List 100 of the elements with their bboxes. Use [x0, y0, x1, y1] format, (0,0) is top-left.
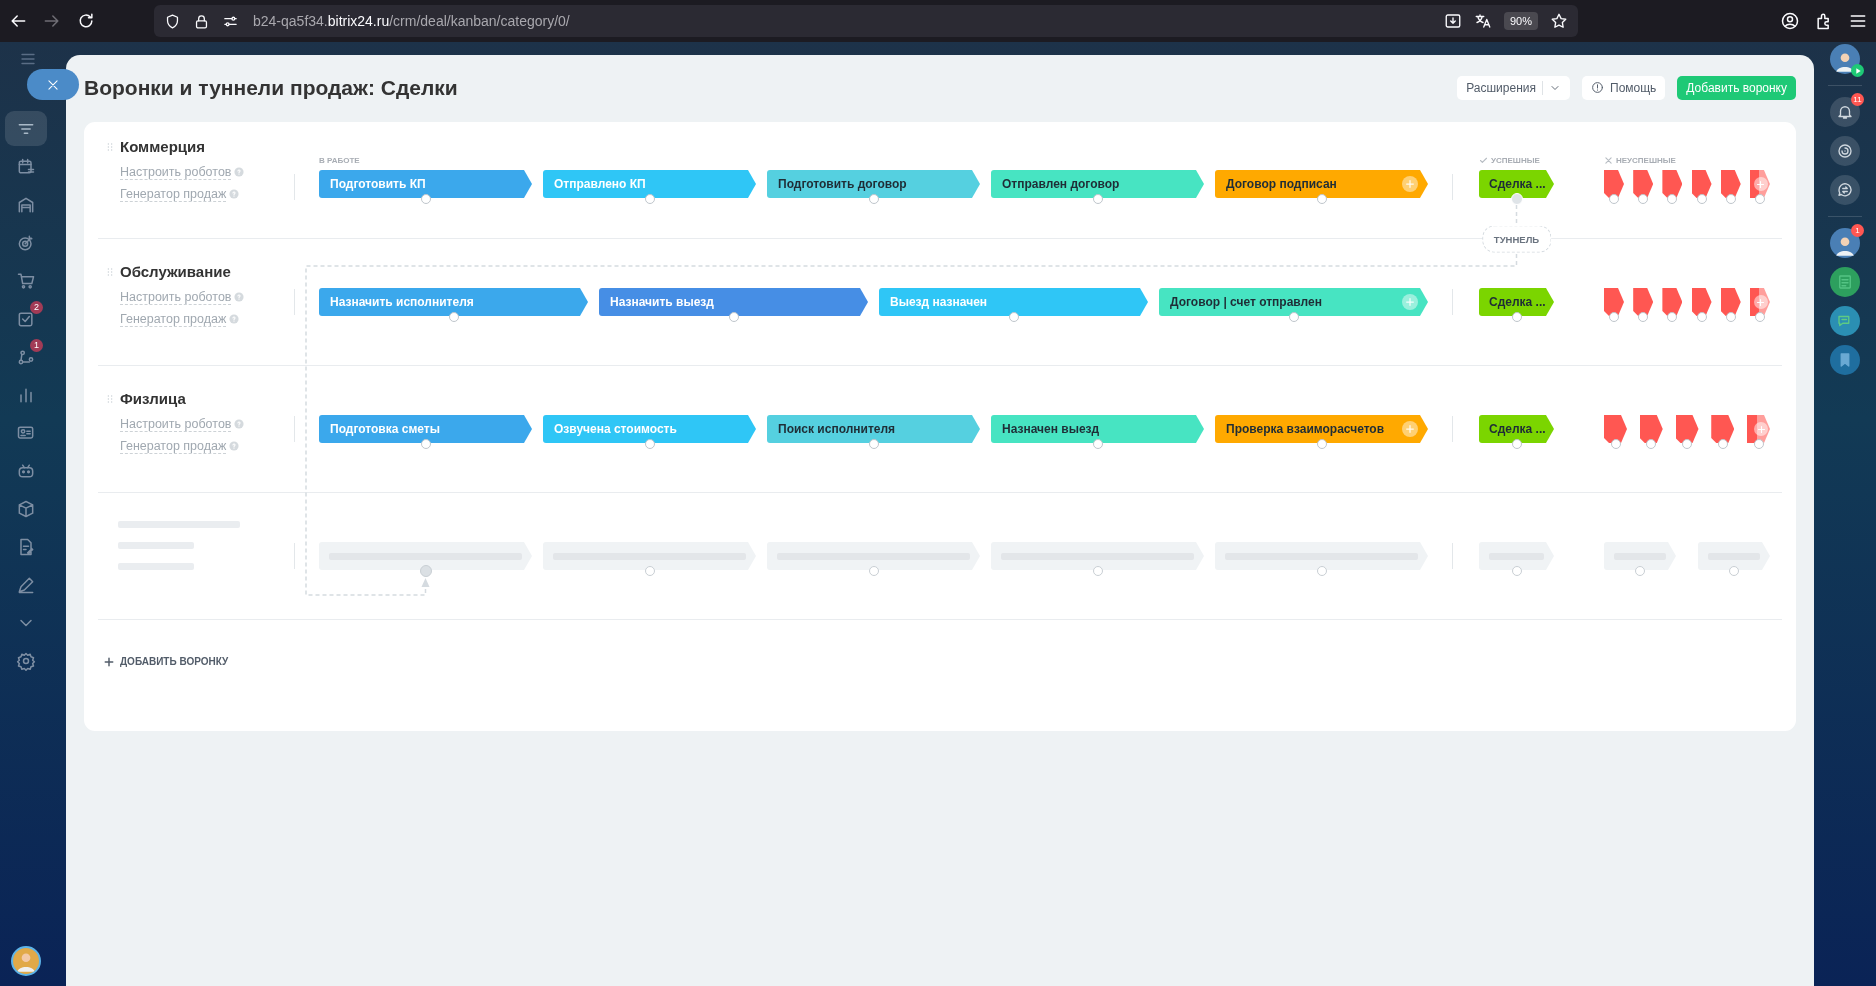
connection-point[interactable]	[1609, 194, 1619, 204]
add-stage-button[interactable]	[1402, 421, 1418, 437]
stage-chip[interactable]: Поиск исполнителя	[767, 415, 980, 443]
download-icon[interactable]	[1443, 12, 1462, 30]
placeholder-stage	[1604, 542, 1676, 570]
success-stage-chip[interactable]: Сделка ...	[1479, 415, 1554, 443]
connection-point[interactable]	[1638, 312, 1649, 322]
failed-stage-chip[interactable]	[1711, 415, 1735, 443]
check-icon	[1479, 155, 1488, 165]
failed-stage-chip[interactable]	[1639, 415, 1663, 443]
connection-point[interactable]	[1667, 312, 1678, 322]
funnel-name: Физлица	[120, 390, 186, 407]
success-stage-chip[interactable]: Сделка ...	[1479, 170, 1554, 198]
connection-point[interactable]	[420, 194, 431, 204]
close-button[interactable]	[27, 69, 79, 100]
add-stage-button[interactable]	[1749, 170, 1770, 198]
bell-icon	[1836, 103, 1854, 121]
connection-point[interactable]	[1725, 312, 1736, 322]
connection-point[interactable]	[1288, 312, 1299, 322]
sidebar-item[interactable]	[1830, 136, 1860, 166]
connection-point[interactable]	[1609, 312, 1619, 322]
plus-icon	[1756, 179, 1766, 189]
column-heading: УСПЕШНЫЕ	[1491, 155, 1540, 165]
connection-point[interactable]	[644, 439, 655, 449]
sidebar-item[interactable]	[1830, 345, 1860, 375]
notification-badge: 1	[1851, 224, 1864, 237]
lock-icon	[193, 12, 210, 30]
sidebar-item[interactable]	[1830, 175, 1860, 205]
failed-stage-chip[interactable]	[1691, 170, 1712, 198]
connection-point[interactable]	[1092, 439, 1103, 449]
plus-icon	[1756, 424, 1766, 434]
connection-point[interactable]	[1092, 194, 1103, 204]
translate-icon[interactable]	[1473, 12, 1492, 30]
failed-stage-chip[interactable]	[1662, 288, 1683, 316]
connection-point[interactable]	[1646, 439, 1657, 449]
sidebar-item[interactable]: 1	[5, 339, 47, 374]
connection-point[interactable]	[1316, 439, 1327, 449]
stage-chip[interactable]: Подготовить договор	[767, 170, 980, 198]
zoom-level-button[interactable]: 90%	[1503, 12, 1538, 30]
failed-stage-chip[interactable]	[1720, 288, 1741, 316]
connection-point[interactable]	[868, 439, 879, 449]
connection-point[interactable]	[868, 194, 879, 204]
address-bar[interactable]: b24-qa5f34.bitrix24.ru/crm/deal/kanban/category/0/ 90%	[154, 5, 1578, 37]
add-funnel-link[interactable]: ДОБАВИТЬ ВОРОНКУ	[104, 656, 229, 667]
failed-stage-chip[interactable]	[1633, 288, 1654, 316]
connection-point[interactable]	[644, 194, 655, 204]
connection-point[interactable]	[1696, 194, 1707, 204]
spiral-icon	[1836, 142, 1854, 160]
failed-stage-chip[interactable]	[1720, 170, 1741, 198]
connection-point[interactable]	[1754, 194, 1765, 204]
add-stage-button[interactable]	[1747, 415, 1770, 443]
connection-point[interactable]	[1511, 439, 1522, 449]
column-heading: В РАБОТЕ	[319, 154, 361, 166]
connection-point[interactable]	[1667, 194, 1678, 204]
stage-chip[interactable]: Назначить выезд	[599, 288, 868, 316]
sidebar-item[interactable]: 2	[5, 301, 47, 336]
connection-point[interactable]	[1753, 439, 1764, 449]
failed-stage-chip[interactable]	[1604, 170, 1624, 198]
connection-point[interactable]	[448, 312, 459, 322]
stage-chip[interactable]: Проверка взаиморасчетов	[1215, 415, 1428, 443]
failed-stage-chip[interactable]	[1604, 415, 1627, 443]
plus-icon	[1405, 424, 1415, 434]
add-stage-button[interactable]	[1749, 288, 1770, 316]
connection-point[interactable]	[1638, 194, 1649, 204]
stage-chip[interactable]: Назначен выезд	[991, 415, 1204, 443]
account-icon[interactable]	[1780, 11, 1800, 31]
connection-point[interactable]	[1754, 312, 1765, 322]
extensions-dropdown[interactable]: Расширения	[1457, 75, 1570, 100]
shield-icon[interactable]	[164, 12, 181, 30]
notification-badge: 11	[1851, 93, 1864, 106]
sidebar-item[interactable]	[1830, 267, 1860, 297]
failed-stage-chip[interactable]	[1675, 415, 1699, 443]
avatar[interactable]	[11, 946, 41, 976]
failed-stage-chip[interactable]	[1662, 170, 1683, 198]
tunnel-label[interactable]: ТУННЕЛЬ	[1481, 225, 1552, 253]
connection-point[interactable]	[1610, 439, 1621, 449]
stage-chip[interactable]: Отправлен договор	[991, 170, 1204, 198]
connection-point[interactable]	[1682, 439, 1692, 449]
failed-stage-chip[interactable]	[1691, 288, 1712, 316]
failed-stage-chip[interactable]	[1633, 170, 1654, 198]
connection-point[interactable]	[728, 312, 739, 322]
funnel-name: Коммерция	[120, 138, 205, 155]
connection-point[interactable]	[1696, 312, 1707, 322]
star-icon[interactable]	[1550, 12, 1568, 30]
sidebar-item[interactable]	[5, 111, 47, 146]
add-stage-button[interactable]	[1402, 176, 1418, 192]
info-icon	[1591, 81, 1604, 94]
stage-chip[interactable]: Договор подписан	[1215, 170, 1428, 198]
cross-icon	[1604, 155, 1613, 165]
help-button[interactable]: Помощь	[1582, 75, 1666, 100]
success-stage-chip[interactable]: Сделка ...	[1479, 288, 1554, 316]
connection-point[interactable]	[1008, 312, 1019, 322]
connection-point[interactable]	[420, 439, 431, 449]
connection-point[interactable]	[1511, 312, 1522, 322]
stage-chip[interactable]: Договор | счет отправлен	[1159, 288, 1428, 316]
failed-stage-chip[interactable]	[1604, 288, 1624, 316]
connection-point[interactable]	[1316, 194, 1327, 204]
connection-point[interactable]	[1717, 439, 1728, 449]
sidebar-item[interactable]	[1830, 306, 1860, 336]
connection-point[interactable]	[1725, 194, 1736, 204]
